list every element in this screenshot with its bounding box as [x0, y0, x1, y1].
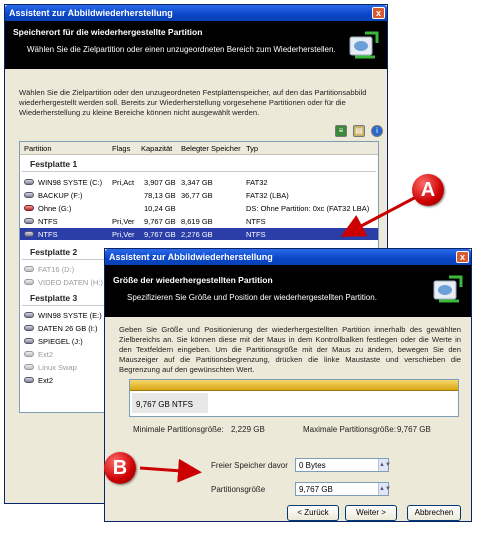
arrow-b [139, 458, 202, 483]
arrow-a [340, 194, 419, 237]
callout-arrows [139, 194, 419, 483]
callout-a: A [412, 174, 444, 206]
callout-b: B [104, 452, 136, 484]
